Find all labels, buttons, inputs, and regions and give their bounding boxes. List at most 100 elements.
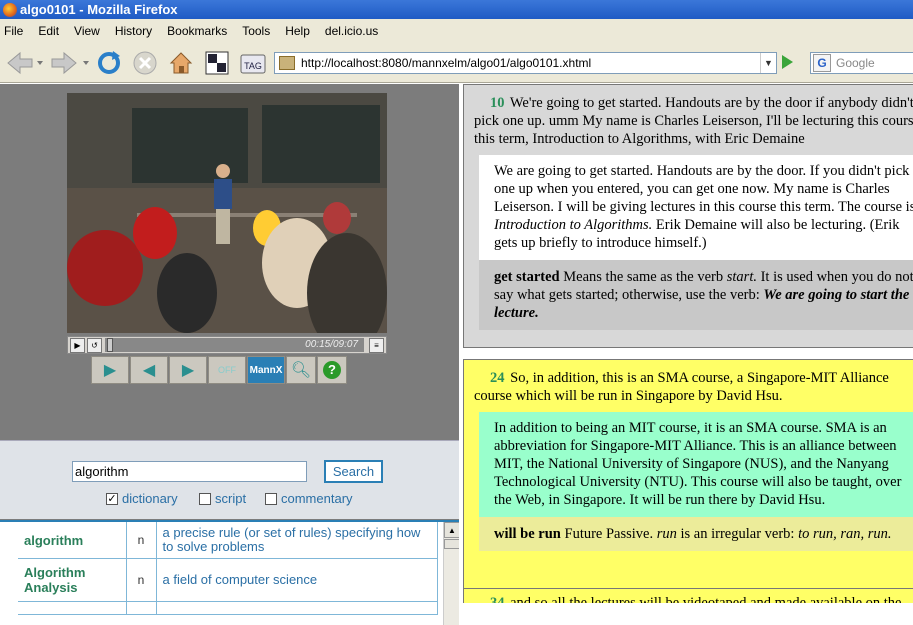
page-bottom-area [459, 603, 913, 625]
note-term: will be run [494, 526, 561, 542]
menu-lines-icon[interactable]: ≡ [369, 337, 384, 353]
magnifier-icon[interactable]: 🔍︎ [286, 356, 316, 384]
firefox-logo-icon [3, 2, 17, 17]
commentary-checkbox-label[interactable]: commentary [281, 491, 353, 506]
original-text: We're going to get started. Handouts are… [474, 95, 913, 147]
transcript-original: 24 So, in addition, this is an SMA cours… [464, 360, 913, 405]
note-text: is an irregular verb: [676, 526, 799, 542]
transcript-note: will be run Future Passive. run is an ir… [479, 517, 913, 551]
address-url[interactable]: http://localhost:8080/mannxelm/algo01/al… [301, 56, 591, 70]
dictionary-table: algorithm n a precise rule (or set of ru… [18, 522, 438, 615]
dictionary-pos: n [126, 522, 157, 559]
back-arrow-icon[interactable] [4, 50, 44, 76]
script-checkbox[interactable]: script [199, 491, 246, 506]
dictionary-checkbox-label[interactable]: dictionary [122, 491, 178, 506]
transcript-original: 10 We're going to get started. Handouts … [464, 85, 913, 148]
note-italic: to run, ran, run. [798, 526, 892, 542]
help-button[interactable]: ? [317, 356, 347, 384]
play-icon[interactable]: ▶ [70, 337, 85, 353]
dictionary-definition [156, 601, 438, 615]
line-number[interactable]: 34 [490, 595, 505, 603]
menu-bar: File Edit View History Bookmarks Tools H… [0, 19, 913, 42]
stop-icon[interactable] [132, 50, 158, 76]
menu-tools[interactable]: Tools [242, 24, 270, 38]
screen-grab-icon[interactable] [204, 50, 230, 76]
note-italic: run [656, 526, 677, 542]
forward-arrow-icon[interactable] [48, 50, 92, 76]
table-row[interactable] [18, 601, 438, 615]
transcript-pane: 10 We're going to get started. Handouts … [459, 84, 913, 603]
note-term: get started [494, 269, 560, 285]
off-button[interactable]: OFF [208, 356, 246, 384]
seek-thumb[interactable] [107, 338, 113, 352]
script-checkbox-label[interactable]: script [215, 491, 246, 506]
go-arrow-icon[interactable] [782, 55, 793, 69]
menu-edit[interactable]: Edit [38, 24, 59, 38]
search-input[interactable] [72, 461, 307, 482]
site-favicon-icon [279, 56, 295, 70]
explanation-italic: Introduction to Algorithms. [494, 217, 653, 233]
transcript-original: 34 and so all the lectures will be video… [464, 589, 913, 603]
svg-text:TAG: TAG [244, 61, 262, 71]
mannx-logo-button[interactable]: MannX [247, 356, 285, 384]
dictionary-word[interactable]: algorithm [18, 522, 127, 559]
home-icon[interactable] [168, 50, 194, 76]
transcript-explanation: We are going to get started. Handouts ar… [479, 155, 913, 260]
address-bar[interactable]: http://localhost:8080/mannxelm/algo01/al… [274, 52, 777, 74]
dictionary-word[interactable]: Algorithm Analysis [18, 558, 127, 602]
dictionary-results: algorithm n a precise rule (or set of ru… [0, 520, 459, 625]
line-number[interactable]: 10 [490, 95, 505, 111]
left-pane: ▶ ↺ 00:15/09:07 ≡ ▶ ◀ ▶ OFF MannX 🔍︎ ? S… [0, 84, 459, 625]
dictionary-checkbox-box[interactable]: ✓ [106, 492, 118, 505]
note-italic: start. [726, 269, 757, 285]
commentary-checkbox[interactable]: commentary [265, 491, 353, 506]
search-button[interactable]: Search [324, 460, 383, 483]
menu-bookmarks[interactable]: Bookmarks [167, 24, 227, 38]
previous-button[interactable]: ◀ [130, 356, 168, 384]
transcript-entry: 10 We're going to get started. Handouts … [463, 84, 913, 348]
menu-view[interactable]: View [74, 24, 100, 38]
original-text: and so all the lectures will be videotap… [510, 595, 902, 603]
video-time: 00:15/09:07 [305, 339, 358, 350]
menu-history[interactable]: History [115, 24, 152, 38]
dictionary-pos: n [126, 558, 157, 602]
transcript-note: get started Means the same as the verb s… [479, 260, 913, 330]
dictionary-definition: a precise rule (or set of rules) specify… [156, 522, 438, 559]
dictionary-scrollbar[interactable]: ▲ [443, 522, 459, 625]
transcript-entry: 24 So, in addition, this is an SMA cours… [463, 359, 913, 603]
scroll-thumb[interactable] [444, 539, 459, 549]
player-buttons: ▶ ◀ ▶ OFF MannX 🔍︎ ? [91, 356, 347, 384]
transcript-entry: 34 and so all the lectures will be video… [463, 588, 913, 603]
menu-delicious[interactable]: del.icio.us [325, 24, 378, 38]
note-text: Means the same as the verb [559, 269, 727, 285]
line-number[interactable]: 24 [490, 370, 505, 386]
lecture-video-frame [67, 93, 387, 333]
video-controls: ▶ ↺ 00:15/09:07 ≡ [67, 336, 387, 354]
search-bar-placeholder[interactable]: Google [836, 56, 875, 70]
original-text: So, in addition, this is an SMA course, … [474, 370, 889, 404]
loop-icon[interactable]: ↺ [87, 337, 102, 353]
note-text: Future Passive. [560, 526, 657, 542]
scroll-up-icon[interactable]: ▲ [444, 522, 459, 538]
dictionary-pos [126, 601, 157, 615]
explanation-text: We are going to get started. Handouts ar… [494, 163, 913, 215]
dictionary-definition: a field of computer science [156, 558, 438, 602]
menu-help[interactable]: Help [285, 24, 310, 38]
window-title-bar: algo0101 - Mozilla Firefox [0, 0, 913, 19]
reload-icon[interactable] [96, 50, 122, 76]
tag-icon[interactable]: TAG [240, 50, 266, 76]
play-button[interactable]: ▶ [91, 356, 129, 384]
table-row[interactable]: algorithm n a precise rule (or set of ru… [18, 522, 438, 559]
next-button[interactable]: ▶ [169, 356, 207, 384]
address-dropdown-icon[interactable]: ▼ [760, 53, 776, 73]
dictionary-word[interactable] [18, 601, 127, 615]
menu-file[interactable]: File [4, 24, 23, 38]
search-bar[interactable]: G Google [810, 52, 913, 74]
table-row[interactable]: Algorithm Analysis n a field of computer… [18, 558, 438, 602]
script-checkbox-box[interactable] [199, 492, 211, 505]
lecture-video[interactable] [67, 93, 387, 333]
help-icon: ? [323, 361, 341, 379]
dictionary-checkbox[interactable]: ✓ dictionary [106, 491, 178, 506]
google-icon[interactable]: G [813, 54, 831, 72]
commentary-checkbox-box[interactable] [265, 492, 277, 505]
